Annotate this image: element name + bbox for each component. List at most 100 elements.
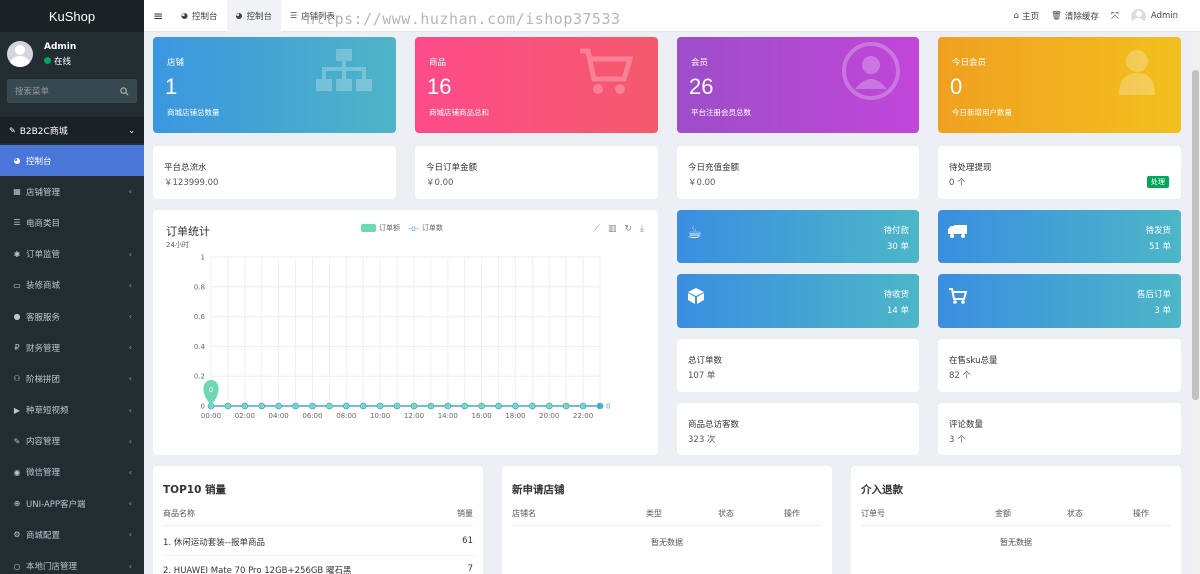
sidebar-item-dashboard[interactable]: ◕ 控制台 (0, 145, 144, 177)
tab-label: 控制台 (246, 11, 272, 22)
metric-card-sku-total: 在售sku总量 82 个 (938, 339, 1181, 392)
sidebar-item-decoration[interactable]: ▭ 装修商城 ‹ (0, 270, 144, 301)
data-point-order-amount[interactable] (242, 404, 247, 408)
tab-dashboard-home[interactable]: ◕ 控制台 (172, 0, 227, 32)
summary-card-total-flow: 平台总流水 ￥123999.00 (153, 146, 396, 199)
action-label: 待发货 (1145, 226, 1171, 236)
data-point-order-amount[interactable] (361, 404, 366, 408)
tab-dashboard[interactable]: ◕ 控制台 (226, 0, 281, 32)
data-point-order-amount[interactable] (395, 404, 400, 408)
sidebar-item-label: 内容管理 (26, 437, 61, 448)
store-icon: ▦ (13, 187, 21, 197)
gear-icon: ⚙ (13, 530, 21, 540)
data-point-order-amount[interactable] (293, 404, 298, 408)
table-row[interactable]: 1. 休闲运动套装--报单商品 61 (163, 528, 473, 556)
order-icon: ✱ (13, 249, 21, 259)
box-icon (687, 287, 705, 310)
summary-card-pending-withdraw: 待处理提现 0 个 处理 (938, 146, 1181, 199)
hamburger-menu-icon[interactable]: ≡ (144, 9, 172, 23)
data-point-order-amount[interactable] (513, 404, 518, 408)
truck-icon (948, 223, 968, 244)
video-icon: ▶ (13, 405, 21, 415)
data-point-order-amount[interactable] (344, 404, 349, 408)
sidebar-item-finance[interactable]: ₽ 财务管理 ‹ (0, 332, 144, 363)
stat-card-stores[interactable]: 店铺 1 商城店铺总数量 (153, 37, 396, 133)
sidebar-item-label: 微信管理 (26, 468, 61, 479)
app-logo[interactable]: KuShop (0, 0, 144, 32)
chevron-left-icon: ‹ (128, 499, 132, 509)
data-point-order-amount[interactable] (310, 404, 315, 408)
scrollbar-thumb[interactable] (1192, 70, 1199, 400)
data-point-order-amount[interactable] (378, 404, 383, 408)
data-point-order-amount[interactable] (564, 404, 569, 408)
action-label: 待付款 (883, 226, 909, 236)
data-point-order-amount[interactable] (327, 404, 332, 408)
y-tick-label: 1 (201, 254, 205, 262)
data-point-order-amount[interactable] (547, 404, 552, 408)
fullscreen-icon[interactable]: ⤧ (1111, 11, 1119, 22)
dashboard-icon: ◕ (235, 11, 243, 20)
data-point-order-amount[interactable] (530, 404, 535, 408)
action-card-pending-payment[interactable]: ☕ 待付款 30 单 (677, 210, 919, 263)
stat-card-members[interactable]: 会员 26 平台注册会员总数 (677, 37, 919, 133)
sidebar-item-video[interactable]: ▶ 种草短视频 ‹ (0, 395, 144, 426)
data-point-order-amount[interactable] (445, 404, 450, 408)
user-name: Admin (44, 41, 77, 52)
sidebar-item-service[interactable]: ● 客服服务 ‹ (0, 301, 144, 332)
sidebar-item-group[interactable]: ⚇ 阶梯拼团 ‹ (0, 363, 144, 394)
user-circle-icon (842, 42, 900, 100)
sidebar-item-label: 装修商城 (26, 281, 61, 292)
sidebar-section-b2b2c[interactable]: ✎ B2B2C商城 ⌄ (0, 117, 144, 143)
search-icon[interactable] (120, 86, 129, 96)
x-tick-label: 12:00 (404, 412, 424, 420)
menu-search-placeholder: 搜索菜单 (15, 87, 50, 97)
sidebar-item-orders[interactable]: ✱ 订单监管 ‹ (0, 239, 144, 270)
table-row[interactable]: 2. HUAWEI Mate 70 Pro 12GB+256GB 曜石黑 7 (163, 556, 473, 574)
user-menu[interactable]: Admin (1130, 8, 1178, 24)
column-header: 销量 (457, 509, 473, 518)
action-card-pending-shipment[interactable]: 待发货 51 单 (938, 210, 1181, 263)
user-menu-label: Admin (1150, 11, 1178, 21)
data-point-order-amount[interactable] (411, 404, 416, 408)
data-point-order-amount[interactable] (581, 404, 586, 408)
data-point-order-amount[interactable] (259, 404, 264, 408)
empty-state: 暂无数据 (651, 538, 683, 547)
clear-cache-button[interactable]: 🗑 清除缓存 (1051, 10, 1099, 22)
action-card-after-sale[interactable]: 售后订单 3 单 (938, 274, 1181, 328)
process-button[interactable]: 处理 (1147, 176, 1169, 188)
action-label: 待收货 (883, 290, 909, 300)
y-tick-label: 0.4 (194, 343, 206, 351)
sidebar-item-config[interactable]: ⚙ 商城配置 ‹ (0, 519, 144, 550)
stat-card-today-members[interactable]: 今日会员 0 今日新增用户数量 (938, 37, 1181, 133)
metric-value: 3 个 (949, 435, 966, 445)
sidebar-item-content[interactable]: ✎ 内容管理 ‹ (0, 426, 144, 457)
home-label: 主页 (1022, 12, 1040, 22)
data-point-order-amount[interactable] (479, 404, 484, 408)
sidebar-item-category[interactable]: ☰ 电商类目 (0, 207, 144, 238)
user-panel: Admin 在线 (0, 32, 144, 76)
data-point-order-amount[interactable] (496, 404, 501, 408)
sidebar-item-label: 订单监管 (26, 250, 61, 261)
sidebar-item-uniapp[interactable]: ⊕ UNI-APP客户端 ‹ (0, 488, 144, 519)
stat-card-products[interactable]: 商品 16 商城店铺商品总和 (415, 37, 658, 133)
data-point-order-amount[interactable] (276, 404, 281, 408)
action-card-pending-receipt[interactable]: 待收货 14 单 (677, 274, 919, 328)
metric-label: 商品总访客数 (688, 420, 740, 430)
data-point-order-amount[interactable] (462, 404, 467, 408)
data-point-order-amount[interactable] (225, 404, 230, 408)
sidebar-item-wechat[interactable]: ◉ 微信管理 ‹ (0, 457, 144, 488)
sidebar-item-store[interactable]: ▦ 店铺管理 ‹ (0, 176, 144, 207)
metric-card-total-orders: 总订单数 107 单 (677, 339, 919, 392)
dashboard-icon: ◕ (181, 11, 188, 20)
sidebar-item-local-store[interactable]: ○ 本地门店管理 ‹ (0, 550, 144, 574)
chat-icon: ● (13, 312, 21, 322)
circle-icon: ○ (13, 561, 21, 571)
data-point-order-amount[interactable] (428, 404, 433, 408)
home-link[interactable]: ⌂ 主页 (1014, 10, 1039, 22)
summary-label: 今日充值金额 (688, 163, 740, 173)
summary-value: ￥0.00 (688, 178, 716, 188)
menu-search-input[interactable]: 搜索菜单 (7, 79, 137, 103)
page-scrollbar[interactable] (1191, 32, 1200, 574)
metric-value: 323 次 (688, 435, 716, 445)
metric-card-visitors: 商品总访客数 323 次 (677, 403, 919, 455)
